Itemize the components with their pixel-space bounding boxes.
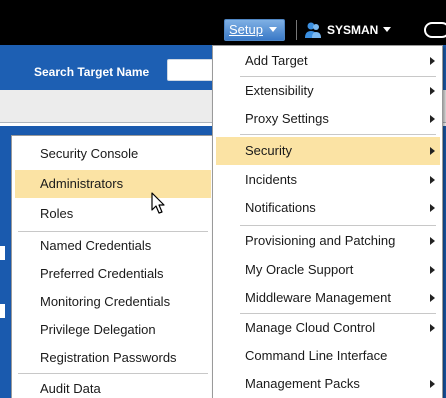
setup-menu-button[interactable]: Setup	[224, 19, 285, 41]
menu-separator	[240, 225, 436, 226]
menu-item-label: Provisioning and Patching	[245, 233, 396, 248]
menu-item-my-oracle-support[interactable]: My Oracle Support	[216, 256, 440, 284]
menu-item-label: Extensibility	[245, 83, 314, 98]
chevron-right-icon	[430, 204, 435, 212]
menu-item-extensibility[interactable]: Extensibility	[216, 77, 440, 105]
submenu-item-named-credentials[interactable]: Named Credentials	[15, 232, 211, 260]
menu-item-command-line-interface[interactable]: Command Line Interface	[216, 342, 440, 370]
menu-item-label: Notifications	[245, 200, 316, 215]
chevron-right-icon	[430, 324, 435, 332]
menu-item-label: Middleware Management	[245, 290, 391, 305]
header-separator	[296, 20, 297, 40]
menu-item-manage-cloud-control[interactable]: Manage Cloud Control	[216, 314, 440, 342]
menu-item-label: Command Line Interface	[245, 348, 388, 363]
menu-item-notifications[interactable]: Notifications	[216, 194, 440, 222]
menu-separator	[18, 373, 208, 374]
submenu-item-administrators[interactable]: Administrators	[15, 170, 211, 198]
global-header: Setup SYSMAN	[0, 0, 446, 45]
submenu-item-roles[interactable]: Roles	[15, 200, 211, 228]
setup-button-label: Setup	[229, 22, 263, 37]
search-label: Search Target Name	[34, 65, 150, 79]
partial-icon	[424, 22, 446, 38]
background-fragment	[0, 304, 5, 318]
chevron-down-icon	[383, 27, 392, 32]
app-window: Setup SYSMAN Search Target Name Security…	[0, 0, 446, 398]
background-fragment	[0, 246, 5, 260]
menu-item-label: My Oracle Support	[245, 262, 354, 277]
chevron-right-icon	[430, 294, 435, 302]
menu-item-label: Security	[245, 143, 292, 158]
submenu-item-security-console[interactable]: Security Console	[15, 140, 211, 168]
chevron-right-icon	[430, 147, 435, 155]
user-icon	[305, 22, 321, 38]
menu-item-middleware-management[interactable]: Middleware Management	[216, 284, 440, 312]
chevron-down-icon	[268, 27, 277, 32]
menu-item-proxy-settings[interactable]: Proxy Settings	[216, 105, 440, 133]
chevron-right-icon	[430, 57, 435, 65]
security-submenu: Security Console Administrators Roles Na…	[11, 135, 215, 398]
setup-dropdown-menu: Add Target Extensibility Proxy Settings …	[212, 45, 443, 398]
chevron-right-icon	[430, 115, 435, 123]
user-menu-button[interactable]: SYSMAN	[327, 22, 392, 38]
menu-item-add-target[interactable]: Add Target	[216, 47, 440, 75]
chevron-right-icon	[430, 87, 435, 95]
menu-item-incidents[interactable]: Incidents	[216, 166, 440, 194]
chevron-right-icon	[430, 266, 435, 274]
user-name-label: SYSMAN	[327, 23, 379, 37]
menu-item-label: Manage Cloud Control	[245, 320, 376, 335]
menu-item-label: Add Target	[245, 53, 308, 68]
menu-item-label: Incidents	[245, 172, 298, 187]
chevron-right-icon	[430, 176, 435, 184]
menu-item-security[interactable]: Security	[216, 137, 440, 165]
chevron-right-icon	[430, 237, 435, 245]
menu-item-provisioning-and-patching[interactable]: Provisioning and Patching	[216, 227, 440, 255]
menu-separator	[240, 134, 436, 135]
menu-item-management-packs[interactable]: Management Packs	[216, 370, 440, 398]
submenu-item-privilege-delegation[interactable]: Privilege Delegation	[15, 316, 211, 344]
menu-item-label: Management Packs	[245, 376, 360, 391]
submenu-item-registration-passwords[interactable]: Registration Passwords	[15, 344, 211, 372]
mouse-pointer-icon	[151, 192, 165, 214]
submenu-item-preferred-credentials[interactable]: Preferred Credentials	[15, 260, 211, 288]
search-input[interactable]	[167, 59, 217, 81]
chevron-right-icon	[430, 380, 435, 388]
submenu-item-audit-data[interactable]: Audit Data	[15, 375, 211, 398]
submenu-item-monitoring-credentials[interactable]: Monitoring Credentials	[15, 288, 211, 316]
menu-item-label: Proxy Settings	[245, 111, 329, 126]
